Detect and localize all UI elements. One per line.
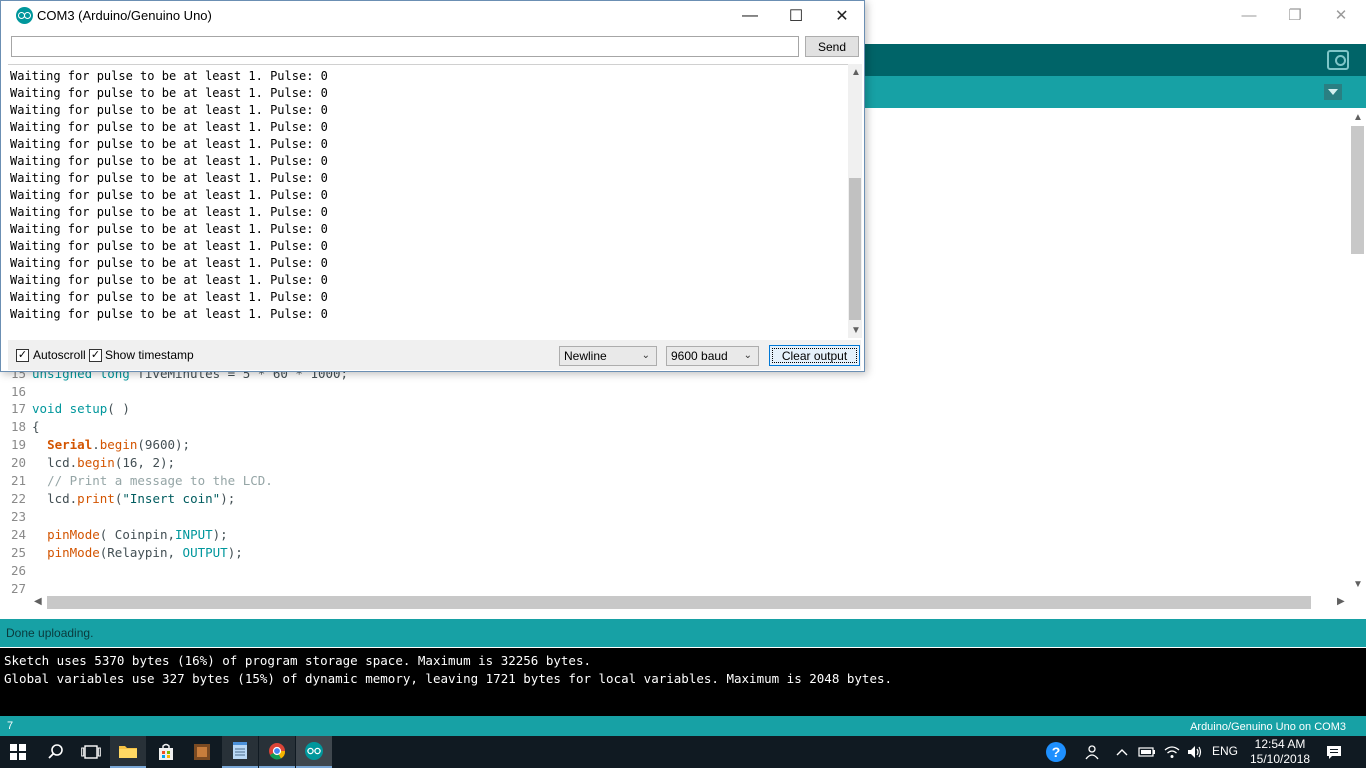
- ide-close-button[interactable]: ✕: [1318, 0, 1364, 30]
- baud-rate-select[interactable]: 9600 baud ⌄: [666, 346, 759, 366]
- scroll-down-arrow-icon[interactable]: ▼: [1353, 579, 1363, 590]
- start-windows-icon[interactable]: [0, 736, 36, 768]
- close-button[interactable]: ✕: [819, 1, 865, 31]
- show-hidden-icons-icon[interactable]: [1112, 736, 1132, 768]
- ide-console: Sketch uses 5370 bytes (16%) of program …: [0, 648, 1366, 716]
- battery-icon: [1136, 736, 1158, 768]
- scroll-up-arrow-icon[interactable]: ▲: [1353, 112, 1363, 123]
- task-view-icon[interactable]: [73, 736, 109, 768]
- board-port-label: Arduino/Genuino Uno on COM3: [1190, 721, 1346, 733]
- maximize-button[interactable]: ☐: [773, 1, 819, 31]
- serial-monitor-title: COM3 (Arduino/Genuino Uno): [37, 8, 212, 23]
- show-timestamp-checkbox[interactable]: ✓: [89, 349, 102, 362]
- output-line: Waiting for pulse to be at least 1. Puls…: [10, 137, 328, 151]
- ide-footer: [0, 716, 1366, 736]
- serial-monitor-icon[interactable]: [1327, 50, 1349, 70]
- editor-vertical-scroll-thumb[interactable]: [1351, 126, 1364, 254]
- people-icon[interactable]: [1080, 736, 1104, 768]
- search-icon[interactable]: [38, 736, 74, 768]
- chevron-down-icon: ⌄: [641, 350, 650, 361]
- serial-output-area[interactable]: Waiting for pulse to be at least 1. Puls…: [8, 64, 849, 338]
- wifi-icon[interactable]: [1161, 736, 1183, 768]
- clock-time: 12:54 AM: [1254, 737, 1306, 751]
- baud-rate-value: 9600 baud: [671, 349, 728, 363]
- output-line: Waiting for pulse to be at least 1. Puls…: [10, 154, 328, 168]
- code-line-26: 26: [10, 563, 26, 578]
- scroll-right-arrow-icon[interactable]: ▶: [1337, 596, 1345, 607]
- show-timestamp-label: Show timestamp: [105, 348, 194, 362]
- scroll-down-arrow-icon[interactable]: ▼: [851, 325, 861, 336]
- chevron-down-icon: ⌄: [743, 350, 752, 361]
- line-ending-select[interactable]: Newline ⌄: [559, 346, 657, 366]
- code-line-25: 25 pinMode(Relaypin, OUTPUT);: [10, 545, 243, 560]
- output-line: Waiting for pulse to be at least 1. Puls…: [10, 239, 328, 253]
- console-line: Global variables use 327 bytes (15%) of …: [4, 671, 893, 686]
- code-line-23: 23: [10, 509, 26, 524]
- clock-date: 15/10/2018: [1250, 752, 1311, 766]
- output-line: Waiting for pulse to be at least 1. Puls…: [10, 290, 328, 304]
- code-line-17: 17 void setup( ): [10, 401, 130, 416]
- input-language[interactable]: ENG: [1212, 744, 1238, 758]
- output-line: Waiting for pulse to be at least 1. Puls…: [10, 171, 328, 185]
- console-line: Sketch uses 5370 bytes (16%) of program …: [4, 653, 591, 668]
- autoscroll-label: Autoscroll: [33, 348, 86, 362]
- code-line-16: 16: [10, 384, 26, 399]
- output-line: Waiting for pulse to be at least 1. Puls…: [10, 205, 328, 219]
- output-line: Waiting for pulse to be at least 1. Puls…: [10, 86, 328, 100]
- send-button[interactable]: Send: [805, 36, 859, 57]
- code-line-18: 18{: [10, 419, 40, 434]
- code-line-19: 19 Serial.begin(9600);: [10, 437, 191, 452]
- upload-status-text: Done uploading.: [6, 626, 94, 640]
- line-ending-value: Newline: [564, 349, 607, 363]
- output-line: Waiting for pulse to be at least 1. Puls…: [10, 222, 328, 236]
- arduino-logo-icon: [16, 7, 33, 24]
- notepad-icon[interactable]: [222, 736, 258, 768]
- output-line: Waiting for pulse to be at least 1. Puls…: [10, 256, 328, 270]
- notifications-icon[interactable]: [1320, 736, 1348, 768]
- serial-output-scroll-thumb[interactable]: [849, 178, 861, 320]
- ide-restore-button[interactable]: ❐: [1272, 0, 1318, 30]
- output-line: Waiting for pulse to be at least 1. Puls…: [10, 103, 328, 117]
- minimize-button[interactable]: —: [727, 1, 773, 31]
- code-line-24: 24 pinMode( Coinpin,INPUT);: [10, 527, 228, 542]
- tab-menu-chevron-icon[interactable]: [1324, 84, 1342, 100]
- editor-horizontal-scroll-thumb[interactable]: [47, 596, 1311, 609]
- scroll-left-arrow-icon[interactable]: ◀: [34, 596, 42, 607]
- output-line: Waiting for pulse to be at least 1. Puls…: [10, 120, 328, 134]
- volume-icon[interactable]: [1184, 736, 1206, 768]
- output-line: Waiting for pulse to be at least 1. Puls…: [10, 69, 328, 83]
- chrome-icon[interactable]: [259, 736, 295, 768]
- output-line: Waiting for pulse to be at least 1. Puls…: [10, 307, 328, 321]
- file-explorer-icon[interactable]: [110, 736, 146, 768]
- code-line-27: 27: [10, 581, 26, 596]
- code-line-22: 22 lcd.print("Insert coin");: [10, 491, 236, 506]
- code-line-21: 21 // Print a message to the LCD.: [10, 473, 273, 488]
- clear-output-button[interactable]: Clear output: [769, 345, 860, 366]
- store-icon[interactable]: [148, 736, 184, 768]
- clock[interactable]: 12:54 AM 15/10/2018: [1250, 737, 1310, 767]
- app-icon[interactable]: [184, 736, 220, 768]
- output-line: Waiting for pulse to be at least 1. Puls…: [10, 188, 328, 202]
- cursor-line-number: 7: [7, 720, 14, 732]
- code-line-20: 20 lcd.begin(16, 2);: [10, 455, 176, 470]
- help-icon[interactable]: ?: [1043, 736, 1069, 768]
- ide-minimize-button[interactable]: —: [1226, 0, 1272, 30]
- scroll-up-arrow-icon[interactable]: ▲: [851, 67, 861, 78]
- ide-status-bar: [0, 619, 1366, 647]
- arduino-icon[interactable]: [296, 736, 332, 768]
- output-line: Waiting for pulse to be at least 1. Puls…: [10, 273, 328, 287]
- serial-send-input[interactable]: [11, 36, 799, 57]
- autoscroll-checkbox[interactable]: ✓: [16, 349, 29, 362]
